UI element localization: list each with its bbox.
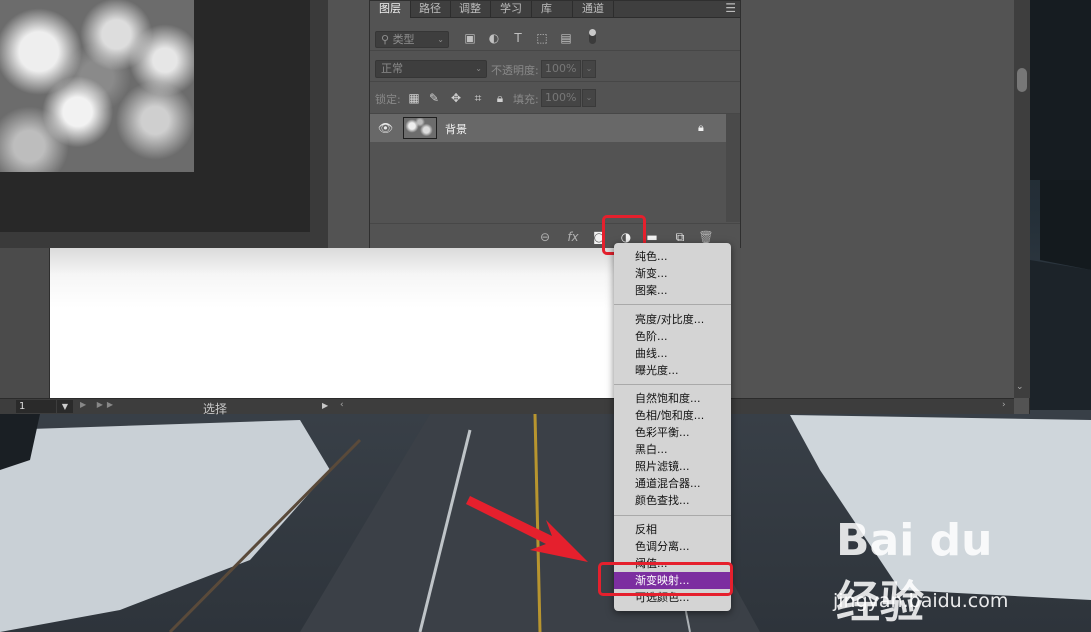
type-layer-filter-icon[interactable]: T (510, 31, 526, 45)
layer-name[interactable]: 背景 (445, 121, 467, 137)
canvas-gutter-bottom (0, 232, 328, 248)
kind-filter-label: 类型 (392, 33, 415, 46)
lock-transparent-pixels-icon[interactable]: ▦ (407, 91, 421, 105)
menu-separator (614, 515, 731, 516)
tab-libraries[interactable]: 库 (532, 1, 573, 18)
opacity-input[interactable]: 100% (541, 60, 581, 78)
menu-item-photo-filter[interactable]: 照片滤镜... (614, 458, 731, 475)
tab-layers[interactable]: 图层 (370, 1, 411, 18)
layers-panel: 图层 路径 调整 学习 库 通道 ☰ ⚲ 类型 ⌄ ▣ ◐ T ⬚ ▤ 正常 ⌄… (369, 0, 741, 248)
chevron-down-icon: ⌄ (437, 35, 444, 44)
opacity-label: 不透明度: (491, 64, 539, 77)
panel-scrollbar[interactable] (726, 114, 740, 222)
baidu-jingyan-logo: Bai du 经验 (836, 515, 993, 628)
menu-item-vibrance[interactable]: 自然饱和度... (614, 390, 731, 407)
blend-mode-select[interactable]: 正常 ⌄ (375, 60, 487, 78)
link-layers-icon[interactable]: ⊖ (536, 230, 554, 244)
scroll-right-icon[interactable]: › (1002, 400, 1006, 410)
lock-icon[interactable]: 🔒︎ (698, 121, 704, 135)
workspace-left-strip (0, 248, 50, 398)
shape-layer-filter-icon[interactable]: ⬚ (534, 31, 550, 45)
play-icon[interactable]: ▶ (322, 401, 328, 410)
watermark-url: jingyan.baidu.com (833, 590, 1009, 612)
status-text: 选择 (203, 402, 228, 416)
fill-input[interactable]: 100% (541, 89, 581, 107)
blend-mode-value: 正常 (381, 62, 403, 75)
canvas-gutter (310, 0, 328, 246)
new-layer-icon[interactable]: ⧉ (671, 230, 689, 244)
menu-item-brightness-contrast[interactable]: 亮度/对比度... (614, 311, 731, 328)
menu-separator (614, 384, 731, 385)
layer-row-background[interactable]: 👁︎ 背景 🔒︎ (370, 114, 726, 142)
clouds-document-image (0, 0, 194, 172)
filter-toggle[interactable] (589, 29, 596, 44)
menu-item-invert[interactable]: 反相 (614, 521, 731, 538)
menu-item-color-lookup[interactable]: 颜色查找... (614, 492, 731, 509)
layer-filter-row: ⚲ 类型 ⌄ ▣ ◐ T ⬚ ▤ (370, 18, 740, 51)
white-document-canvas[interactable] (50, 248, 620, 398)
chevron-down-icon: ⌄ (475, 64, 482, 73)
adjustment-layer-filter-icon[interactable]: ◐ (486, 31, 502, 45)
tab-channels[interactable]: 通道 (573, 1, 614, 18)
tab-learn[interactable]: 学习 (491, 1, 532, 18)
search-icon: ⚲ (381, 33, 390, 46)
scroll-down-icon[interactable]: ⌄ (1016, 382, 1024, 392)
layer-thumbnail (403, 117, 437, 139)
fx-icon[interactable]: fx (564, 230, 582, 244)
chevron-down-icon[interactable]: ▼ (57, 400, 73, 413)
menu-item-channel-mixer[interactable]: 通道混合器... (614, 475, 731, 492)
chevron-down-icon[interactable]: ⌄ (582, 89, 596, 107)
smart-object-filter-icon[interactable]: ▤ (558, 31, 574, 45)
lock-all-icon[interactable]: 🔒︎ (493, 91, 507, 105)
document-canvas-area (0, 0, 310, 232)
menu-item-posterize[interactable]: 色调分离... (614, 538, 731, 555)
pixel-layer-filter-icon[interactable]: ▣ (462, 31, 478, 45)
red-arrow-icon (466, 496, 588, 562)
lock-position-icon[interactable]: ✥ (449, 91, 463, 105)
menu-item-gradient[interactable]: 渐变... (614, 265, 731, 282)
fill-label: 填充: (513, 93, 539, 106)
kind-filter-select[interactable]: ⚲ 类型 ⌄ (375, 31, 449, 48)
menu-item-exposure[interactable]: 曝光度... (614, 362, 731, 379)
scroll-left-icon[interactable]: ‹ (340, 400, 344, 410)
tab-paths[interactable]: 路径 (410, 1, 451, 18)
lock-image-pixels-icon[interactable]: ✎ (427, 91, 441, 105)
panel-menu-icon[interactable]: ☰ (725, 1, 736, 15)
menu-item-pattern[interactable]: 图案... (614, 282, 731, 299)
trash-icon[interactable]: 🗑︎ (697, 230, 715, 244)
panel-tab-row: 图层 路径 调整 学习 库 通道 ☰ (370, 1, 740, 18)
menu-separator (614, 304, 731, 305)
workspace-right-area (740, 0, 1030, 398)
menu-item-color-balance[interactable]: 色彩平衡... (614, 424, 731, 441)
adjustment-layer-menu: 纯色... 渐变... 图案... 亮度/对比度... 色阶... 曲线... … (614, 243, 731, 611)
tab-adjustments[interactable]: 调整 (450, 1, 491, 18)
chevron-down-icon[interactable]: ⌄ (582, 60, 596, 78)
menu-item-hue-saturation[interactable]: 色相/饱和度... (614, 407, 731, 424)
menu-item-curves[interactable]: 曲线... (614, 345, 731, 362)
eye-icon[interactable]: 👁︎ (378, 121, 393, 135)
status-bar: 1 ▼ ▶ ▶▶ 选择 ▶ ‹ › (0, 398, 1014, 416)
zoom-input[interactable]: 1 (16, 400, 56, 413)
vertical-scrollbar[interactable] (1014, 0, 1030, 398)
menu-item-levels[interactable]: 色阶... (614, 328, 731, 345)
page-nav-icons[interactable]: ▶ ▶▶ (80, 400, 117, 409)
menu-item-solid-color[interactable]: 纯色... (614, 248, 731, 265)
lock-label: 锁定: (375, 93, 401, 106)
menu-item-black-white[interactable]: 黑白... (614, 441, 731, 458)
gradient-map-highlight (598, 562, 733, 596)
artboard-lock-icon[interactable]: ⌗ (471, 91, 485, 105)
scrollbar-thumb[interactable] (1017, 68, 1027, 92)
